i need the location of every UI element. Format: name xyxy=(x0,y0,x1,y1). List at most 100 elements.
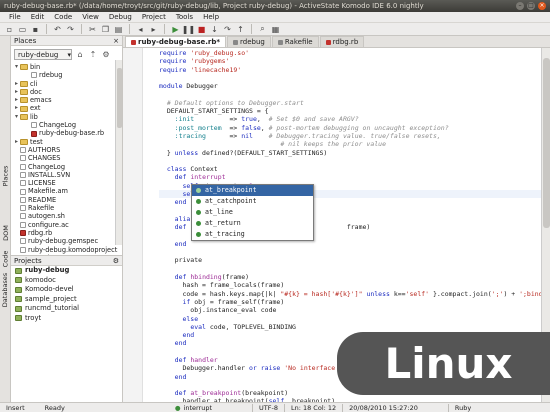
collapsed-arrow-icon[interactable]: ▸ xyxy=(13,88,20,96)
new-file-icon[interactable]: ▫ xyxy=(4,24,15,35)
tree-item-label: ruby-debug-base.rb xyxy=(39,129,105,138)
autocomplete-item[interactable]: at_breakpoint xyxy=(192,185,313,196)
expanded-arrow-icon[interactable]: ▾ xyxy=(13,113,20,121)
places-header: Places × xyxy=(11,36,122,46)
tree-item[interactable]: ChangeLog xyxy=(11,163,122,171)
collapsed-arrow-icon[interactable]: ▸ xyxy=(13,104,20,112)
editor-tab[interactable]: Rakefile xyxy=(271,36,319,47)
menu-tools[interactable]: Tools xyxy=(171,13,198,21)
tree-item[interactable]: ▾ lib xyxy=(11,113,122,121)
undo-icon[interactable]: ↶ xyxy=(52,24,63,35)
tree-item[interactable]: INSTALL.SVN xyxy=(11,171,122,179)
find-icon[interactable]: ⌕ xyxy=(257,24,268,35)
menu-help[interactable]: Help xyxy=(198,13,224,21)
paste-icon[interactable]: ▤ xyxy=(113,24,124,35)
menu-edit[interactable]: Edit xyxy=(26,13,50,21)
run-icon[interactable]: ▶ xyxy=(170,24,181,35)
minimize-button[interactable]: – xyxy=(516,2,524,10)
tree-item[interactable]: LICENSE xyxy=(11,179,122,187)
tree-item[interactable]: ruby-debug.komodoproject xyxy=(11,246,122,254)
autocomplete-item[interactable]: at_return xyxy=(192,218,313,229)
step-out-icon[interactable]: ↑ xyxy=(235,24,246,35)
autocomplete-item[interactable]: at_tracing xyxy=(192,229,313,240)
project-item[interactable]: komodoc xyxy=(11,276,122,286)
folder-icon xyxy=(20,113,28,120)
project-item[interactable]: runcmd_tutorial xyxy=(11,304,122,314)
places-scrollbar[interactable] xyxy=(115,60,122,245)
code-line: require 'ruby_debug.so' xyxy=(159,49,250,57)
toolbox-icon[interactable]: ▦ xyxy=(270,24,281,35)
collapsed-arrow-icon[interactable]: ▸ xyxy=(13,138,20,146)
tree-item[interactable]: ChangeLog xyxy=(11,121,122,129)
tree-item[interactable]: autogen.sh xyxy=(11,212,122,220)
tree-item[interactable]: CHANGES xyxy=(11,154,122,162)
save-icon[interactable]: ▪ xyxy=(30,24,41,35)
menu-file[interactable]: File xyxy=(4,13,26,21)
file-icon xyxy=(20,213,26,220)
tree-item[interactable]: README xyxy=(11,196,122,204)
close-icon[interactable]: × xyxy=(113,37,119,45)
editor-tab[interactable]: ruby-debug-base.rb* xyxy=(125,36,227,47)
stop-icon[interactable]: ■ xyxy=(196,24,207,35)
tree-item[interactable]: ▸ ext xyxy=(11,104,122,112)
tree-item[interactable]: ruby-debug-base.rb xyxy=(11,129,122,137)
tree-item[interactable]: configure.ac xyxy=(11,221,122,229)
pause-icon[interactable]: ❚❚ xyxy=(182,24,195,35)
status-debug-label: interrupt xyxy=(183,403,213,412)
back-icon[interactable]: ◂ xyxy=(135,24,146,35)
project-item[interactable]: ruby-debug xyxy=(11,266,122,276)
editor-tab[interactable]: rdebug xyxy=(227,36,271,47)
menu-code[interactable]: Code xyxy=(49,13,77,21)
gear-icon[interactable]: ⚙ xyxy=(113,257,119,265)
status-debug[interactable]: ● interrupt xyxy=(175,404,212,412)
tab-places[interactable]: Places xyxy=(0,156,11,196)
status-encoding[interactable]: UTF-8 xyxy=(259,404,278,412)
tree-item[interactable]: ▸ emacs xyxy=(11,96,122,104)
status-language[interactable]: Ruby xyxy=(455,404,471,412)
code-line: obj.instance_eval code xyxy=(159,306,277,315)
tree-item[interactable]: ▸ doc xyxy=(11,88,122,96)
open-file-icon[interactable]: ▭ xyxy=(17,24,28,35)
tree-item[interactable]: Rakefile xyxy=(11,204,122,212)
tab-databases[interactable]: Databases xyxy=(0,264,11,316)
tab-dom[interactable]: DOM xyxy=(0,220,11,246)
autocomplete-item[interactable]: at_line xyxy=(192,207,313,218)
collapsed-arrow-icon[interactable]: ▸ xyxy=(13,80,20,88)
tree-item-label: test xyxy=(30,137,43,146)
folder-up-icon[interactable]: ⇡ xyxy=(88,50,98,60)
cut-icon[interactable]: ✂ xyxy=(87,24,98,35)
tree-item[interactable]: AUTHORS xyxy=(11,146,122,154)
scrollbar-thumb[interactable] xyxy=(543,58,550,228)
menu-debug[interactable]: Debug xyxy=(104,13,137,21)
project-item[interactable]: Komodo-devel xyxy=(11,285,122,295)
editor-tabs: ruby-debug-base.rb* rdebug Rakefile rdbg.rb xyxy=(123,36,550,48)
gear-icon[interactable]: ⚙ xyxy=(101,50,111,60)
tree-item[interactable]: ▸ cli xyxy=(11,80,122,88)
tree-item[interactable]: Makefile.am xyxy=(11,187,122,195)
menu-view[interactable]: View xyxy=(77,13,104,21)
editor-tab[interactable]: rdbg.rb xyxy=(319,36,365,47)
places-root-select[interactable]: ruby-debug ▾ xyxy=(14,49,72,60)
tree-item[interactable]: ▾ bin xyxy=(11,63,122,71)
autocomplete-item[interactable]: at_catchpoint xyxy=(192,196,313,207)
close-button[interactable]: × xyxy=(538,2,546,10)
home-icon[interactable]: ⌂ xyxy=(75,50,85,60)
project-item[interactable]: sample_project xyxy=(11,295,122,305)
maximize-button[interactable]: □ xyxy=(527,2,535,10)
forward-icon[interactable]: ▸ xyxy=(148,24,159,35)
linux-badge: Linux xyxy=(337,332,550,395)
tree-item[interactable]: ▸ test xyxy=(11,138,122,146)
file-tree: ▾ bin rdebug ▸ cli ▸ doc ▸ emacs ▸ ext ▾ lib ChangeLo… xyxy=(11,63,122,262)
step-in-icon[interactable]: ↓ xyxy=(209,24,220,35)
collapsed-arrow-icon[interactable]: ▸ xyxy=(13,96,20,104)
project-item[interactable]: troyt xyxy=(11,314,122,324)
menu-project[interactable]: Project xyxy=(137,13,171,21)
scrollbar-thumb[interactable] xyxy=(117,68,122,128)
expanded-arrow-icon[interactable]: ▾ xyxy=(13,63,20,71)
tree-item[interactable]: ruby-debug.gemspec xyxy=(11,237,122,245)
step-over-icon[interactable]: ↷ xyxy=(222,24,233,35)
tree-item[interactable]: rdbg.rb xyxy=(11,229,122,237)
tree-item[interactable]: rdebug xyxy=(11,71,122,79)
redo-icon[interactable]: ↷ xyxy=(65,24,76,35)
copy-icon[interactable]: ❐ xyxy=(100,24,111,35)
